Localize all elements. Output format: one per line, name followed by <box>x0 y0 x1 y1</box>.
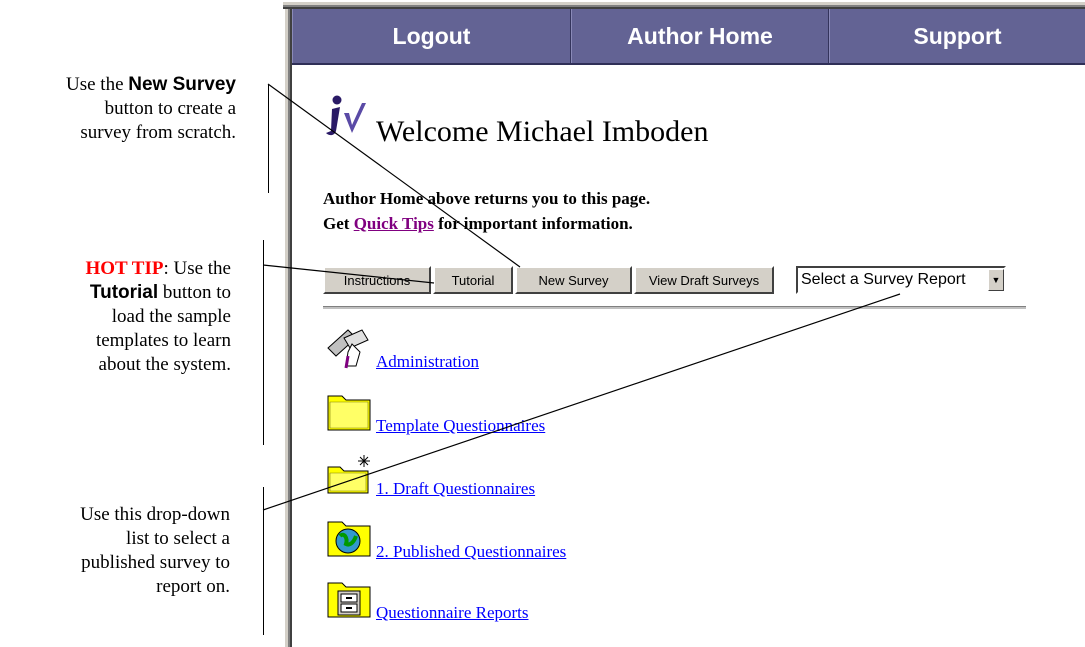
new-survey-button[interactable]: New Survey <box>515 266 632 294</box>
administration-link[interactable]: Administration <box>376 352 479 372</box>
folder-item-reports[interactable]: Questionnaire Reports <box>326 577 529 623</box>
author-home-hint: Author Home above returns you to this pa… <box>323 189 651 208</box>
draft-questionnaires-link[interactable]: 1. Draft Questionnaires <box>376 479 535 499</box>
new-folder-icon <box>327 455 370 494</box>
iv-logo-icon <box>326 95 366 136</box>
folder-icon <box>327 395 371 431</box>
survey-report-select[interactable]: Select a Survey Report ▼ <box>796 266 1006 294</box>
welcome-heading: Welcome Michael Imboden <box>376 115 709 148</box>
administration-icon <box>327 329 369 369</box>
callout-text: button to create a <box>104 98 236 119</box>
callout-hot-tip: HOT TIP: Use the Tutorial button to load… <box>0 257 231 377</box>
folder-item-template[interactable]: Template Questionnaires <box>326 390 545 436</box>
window-frame-top <box>283 0 1085 9</box>
callout-text: button to <box>158 282 231 303</box>
callout-text: Use this drop-down <box>80 504 230 525</box>
callout-dropdown: Use this drop-down list to select a publ… <box>0 503 230 599</box>
template-questionnaires-link[interactable]: Template Questionnaires <box>376 416 545 436</box>
published-questionnaires-link[interactable]: 2. Published Questionnaires <box>376 542 566 562</box>
hint-text: Get <box>323 214 354 233</box>
divider <box>323 306 1026 310</box>
callout-text: : Use the <box>163 258 231 279</box>
globe-folder-icon <box>327 521 371 557</box>
callout-divider <box>263 240 264 445</box>
tutorial-button[interactable]: Tutorial <box>433 266 513 294</box>
callout-divider <box>263 487 264 635</box>
folder-item-published[interactable]: 2. Published Questionnaires <box>326 516 566 562</box>
folder-item-drafts[interactable]: 1. Draft Questionnaires <box>326 453 535 499</box>
folder-item-administration[interactable]: Administration <box>326 326 479 372</box>
callout-text: survey from scratch. <box>80 122 236 143</box>
nav-author-home[interactable]: Author Home <box>571 9 829 63</box>
quick-tips-hint: Get Quick Tips for important information… <box>323 214 633 234</box>
callout-text: about the system. <box>98 354 231 375</box>
window-frame-left <box>283 0 292 647</box>
cabinet-folder-icon <box>327 582 371 618</box>
callout-bold: New Survey <box>128 74 236 95</box>
callout-bold: Tutorial <box>89 282 159 303</box>
callout-text: published survey to <box>81 552 230 573</box>
callout-text: templates to learn <box>95 330 231 351</box>
questionnaire-reports-link[interactable]: Questionnaire Reports <box>376 603 529 623</box>
nav-support[interactable]: Support <box>829 9 1085 63</box>
dropdown-arrow-icon[interactable]: ▼ <box>988 269 1004 291</box>
callout-text: list to select a <box>126 528 230 549</box>
callout-text: load the sample <box>111 306 231 327</box>
hot-tip-label: HOT TIP <box>85 258 164 279</box>
quick-tips-link[interactable]: Quick Tips <box>354 214 434 233</box>
callout-divider <box>268 84 269 193</box>
instructions-button[interactable]: Instructions <box>323 266 431 294</box>
callout-text: Use the <box>66 74 129 95</box>
callout-text: report on. <box>156 576 230 597</box>
select-value: Select a Survey Report <box>801 271 966 288</box>
nav-logout[interactable]: Logout <box>292 9 571 63</box>
view-draft-surveys-button[interactable]: View Draft Surveys <box>634 266 774 294</box>
top-nav: Logout Author Home Support <box>292 9 1085 65</box>
hint-text: for important information. <box>433 214 633 233</box>
toolbar: Instructions Tutorial New Survey View Dr… <box>323 266 776 294</box>
callout-new-survey: Use the New Survey button to create a su… <box>0 73 236 145</box>
